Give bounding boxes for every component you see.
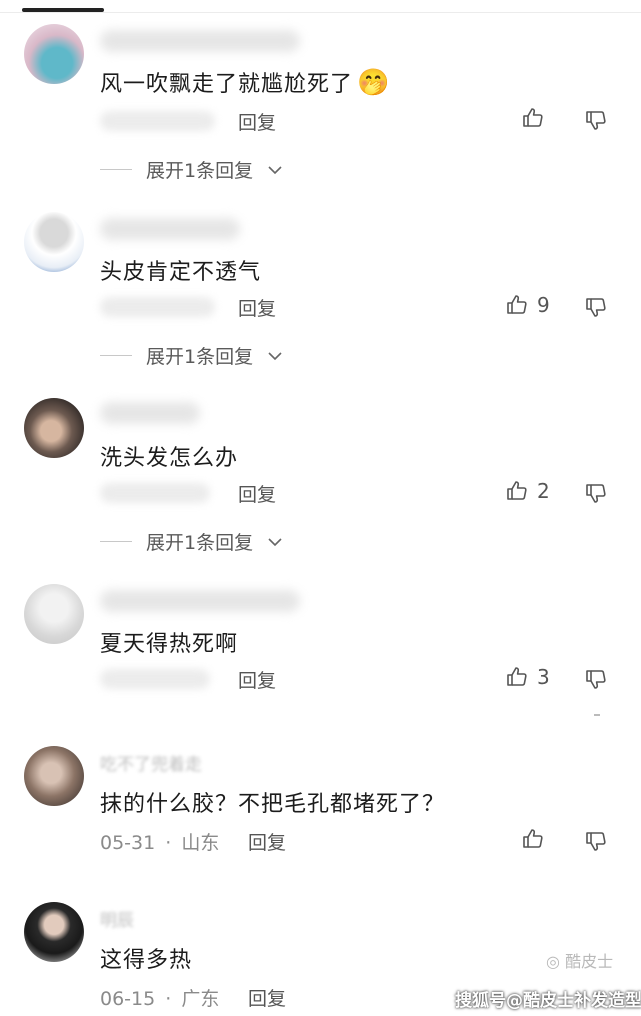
expand-label: 展开1条回复	[146, 532, 254, 554]
comment-text: 抹的什么胶？不把毛孔都堵死了？	[100, 792, 446, 817]
comment-date: 06-15	[100, 988, 156, 1010]
thumbs-down-icon	[584, 667, 608, 691]
meta-separator: ·	[165, 988, 172, 1010]
meta-blurred	[100, 297, 215, 317]
username-blurred[interactable]	[100, 30, 300, 52]
expand-dash	[100, 541, 132, 542]
dislike-button[interactable]	[584, 829, 608, 853]
reply-button[interactable]: 回复	[238, 666, 276, 693]
username-blurred[interactable]	[100, 590, 300, 612]
comment-text: 洗头发怎么办	[100, 446, 239, 471]
avatar[interactable]	[24, 24, 84, 84]
like-button[interactable]: 3	[505, 665, 550, 689]
expand-replies-button[interactable]: 展开1条回复	[100, 156, 283, 183]
like-count: 3	[537, 665, 550, 689]
chevron-down-icon	[267, 531, 283, 553]
comment-meta: 05-31 · 山东	[100, 828, 219, 855]
dislike-button[interactable]	[584, 295, 608, 319]
like-button[interactable]	[521, 827, 553, 851]
meta-blurred	[100, 111, 215, 131]
comment-text: 夏天得热死啊	[100, 632, 239, 657]
thumbs-down-icon	[584, 295, 608, 319]
wechat-icon: ◎	[546, 952, 560, 971]
meta-separator: ·	[165, 832, 172, 854]
like-button[interactable]	[521, 106, 553, 130]
thumbs-up-icon	[521, 827, 545, 851]
reply-button[interactable]: 回复	[248, 984, 286, 1011]
meta-blurred	[100, 483, 210, 503]
thumbs-up-icon	[505, 479, 529, 503]
comment-text: 风一吹飘走了就尴尬死了 🤭	[100, 66, 390, 98]
thumbs-up-icon	[521, 106, 545, 130]
reply-button[interactable]: 回复	[238, 108, 276, 135]
expand-dash	[100, 169, 132, 170]
comment-text: 头皮肯定不透气	[100, 260, 262, 285]
comment-location: 山东	[181, 832, 220, 854]
comment-location: 广东	[181, 988, 220, 1010]
like-count: 9	[537, 293, 550, 317]
avatar[interactable]	[24, 212, 84, 272]
comment-text-body: 风一吹飘走了就尴尬死了	[100, 72, 354, 97]
thumbs-up-icon	[505, 293, 529, 317]
comment-text: 这得多热	[100, 948, 193, 973]
reply-button[interactable]: 回复	[238, 294, 276, 321]
expand-label: 展开1条回复	[146, 346, 254, 368]
thumbs-down-icon	[584, 829, 608, 853]
dislike-button[interactable]	[584, 108, 608, 132]
avatar[interactable]	[24, 902, 84, 962]
username-blurred[interactable]	[100, 218, 240, 240]
watermark-logo: ◎ 酷皮士	[546, 948, 613, 972]
avatar[interactable]	[24, 398, 84, 458]
watermark-text: 搜狐号@酷皮士补发造型	[455, 991, 641, 1011]
expand-replies-button[interactable]: 展开1条回复	[100, 528, 283, 555]
avatar[interactable]	[24, 584, 84, 644]
chevron-down-icon	[267, 345, 283, 367]
header-divider	[0, 12, 641, 13]
expand-replies-button[interactable]: 展开1条回复	[100, 342, 283, 369]
chevron-down-icon	[267, 159, 283, 181]
watermark-logo-text: 酷皮士	[565, 952, 614, 971]
comment-meta: 06-15 · 广东	[100, 984, 219, 1011]
username[interactable]: 吃不了兜着走	[100, 750, 202, 775]
reply-button[interactable]: 回复	[238, 480, 276, 507]
thumbs-up-icon	[505, 665, 529, 689]
reply-button[interactable]: 回复	[248, 828, 286, 855]
like-count: 2	[537, 479, 550, 503]
scroll-marker	[594, 714, 600, 716]
expand-dash	[100, 355, 132, 356]
username[interactable]: 明辰	[100, 906, 134, 931]
avatar[interactable]	[24, 746, 84, 806]
thumbs-down-icon	[584, 481, 608, 505]
dislike-button[interactable]	[584, 481, 608, 505]
meta-blurred	[100, 669, 210, 689]
expand-label: 展开1条回复	[146, 160, 254, 182]
emoji-icon: 🤭	[357, 68, 391, 98]
like-button[interactable]: 9	[505, 293, 550, 317]
like-button[interactable]: 2	[505, 479, 550, 503]
thumbs-down-icon	[584, 108, 608, 132]
username-blurred[interactable]	[100, 402, 200, 424]
comment-date: 05-31	[100, 832, 156, 854]
dislike-button[interactable]	[584, 667, 608, 691]
